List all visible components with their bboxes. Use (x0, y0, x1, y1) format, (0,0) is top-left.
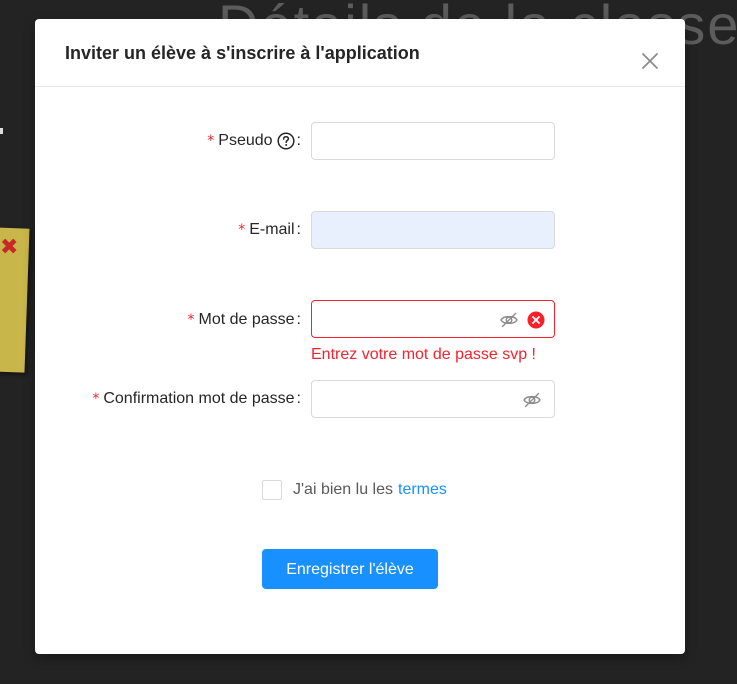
pseudo-input[interactable] (312, 123, 512, 157)
pseudo-label: * Pseudo : (207, 132, 301, 150)
required-mark: * (92, 391, 100, 407)
required-mark: * (207, 133, 215, 149)
email-input-wrapper (311, 211, 555, 249)
confirm-password-input-wrapper (311, 380, 555, 418)
label-colon: : (296, 132, 301, 149)
close-circle-icon (527, 311, 545, 329)
modal-title: Inviter un élève à s'inscrire à l'applic… (65, 43, 420, 63)
terms-row: J'ai bien lu les termes (262, 480, 447, 500)
email-input[interactable] (312, 212, 512, 246)
label-colon: : (296, 311, 301, 328)
label-colon: : (296, 390, 301, 407)
eye-invisible-icon[interactable] (499, 310, 519, 330)
save-student-button[interactable]: Enregistrer l'élève (262, 549, 438, 589)
pseudo-label-text: Pseudo (218, 132, 273, 149)
eye-invisible-icon[interactable] (522, 390, 542, 410)
confirm-password-input[interactable] (312, 381, 512, 415)
password-label-text: Mot de passe (198, 311, 295, 328)
password-input[interactable] (312, 301, 512, 335)
confirm-password-label: * Confirmation mot de passe : (92, 390, 301, 408)
required-mark: * (238, 222, 246, 238)
label-colon: : (296, 221, 301, 238)
email-label-text: E-mail (249, 221, 295, 238)
close-icon[interactable] (638, 49, 662, 73)
password-input-wrapper (311, 300, 555, 338)
terms-checkbox[interactable] (262, 480, 282, 500)
required-mark: * (187, 312, 195, 328)
pseudo-input-wrapper (311, 122, 555, 160)
background-mark (0, 128, 3, 134)
password-label: * Mot de passe : (187, 311, 301, 329)
confirm-password-label-text: Confirmation mot de passe (103, 390, 295, 407)
modal-header: Inviter un élève à s'inscrire à l'applic… (35, 19, 685, 87)
invite-student-modal: Inviter un élève à s'inscrire à l'applic… (35, 19, 685, 654)
password-error-message: Entrez votre mot de passe svp ! (311, 346, 536, 363)
question-circle-icon[interactable] (276, 132, 295, 150)
terms-text: J'ai bien lu les (293, 481, 393, 498)
background-x-icon: ✖ (0, 234, 19, 259)
email-label: * E-mail : (238, 221, 301, 239)
terms-link[interactable]: termes (398, 481, 447, 499)
